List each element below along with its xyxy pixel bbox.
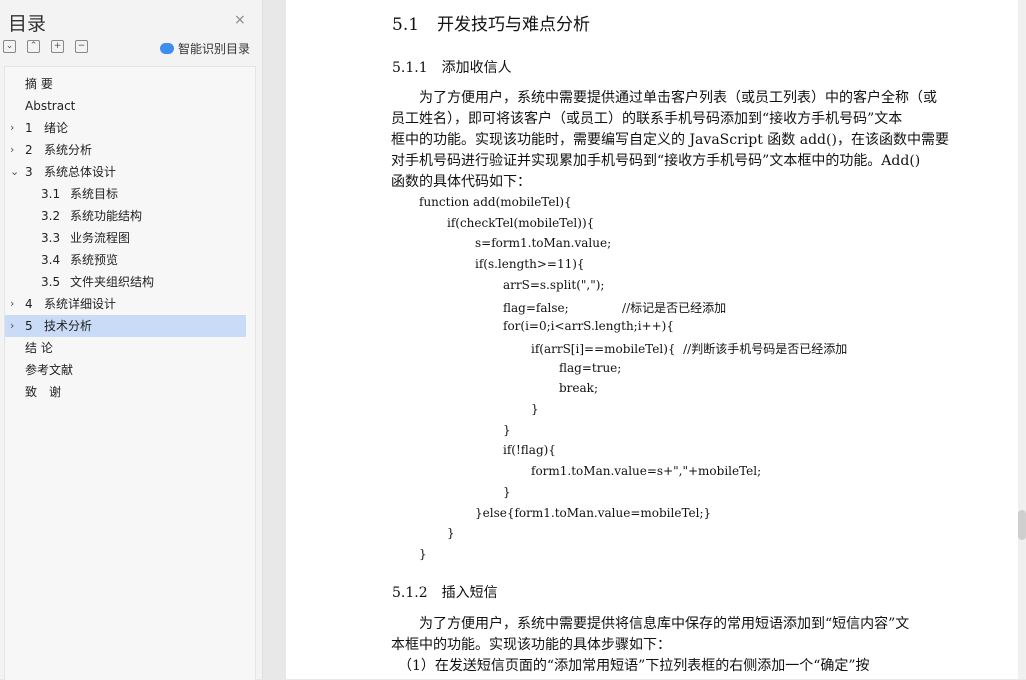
code-line: }else{form1.toMan.value=mobileTel;} [475,505,712,520]
toc-item[interactable]: ⌄ 3 系统总体设计 [5,161,246,183]
remove-heading-icon[interactable]: − [75,40,88,53]
heading-number: 5.1 [392,15,420,35]
toc-item[interactable]: 3.1 系统目标 [5,183,246,205]
toc-item[interactable]: 致 谢 [5,381,246,403]
toc-item-label: 摘 要 [25,77,53,91]
code-line: break; [559,381,598,396]
toc-list: 摘 要 Abstract › 1 绪论 › 2 系统分析 ⌄ 3 系统总体设计 3.1 系统目标 3.2 系… [4,66,256,680]
toc-item[interactable]: 3.4 系统预览 [5,249,246,271]
toc-item[interactable]: 结 论 [5,337,246,359]
toc-item-label: 技术分析 [44,319,93,333]
code-line: for(i=0;i<arrS.length;i++){ [503,319,674,334]
paragraph-line: 函数的具体代码如下： [391,174,531,190]
paragraph-line: 框中的功能。实现该功能时，需要编写自定义的 JavaScript 函数 add(… [391,132,949,148]
toc-item[interactable]: › 1 绪论 [5,117,246,139]
toc-sidebar: 目录 × ⌄ ⌃ + − 智能识别目录 摘 要 Abstract › 1 绪论 › 2 系统分… [0,0,263,680]
paragraph-line: 为了方便用户，系统中需要提供通过单击客户列表（或员工列表）中的客户全称（或 [391,90,937,106]
toc-item[interactable]: 3.3 业务流程图 [5,227,246,249]
chevron-icon[interactable]: › [10,293,14,315]
paragraph-line: 对手机号码进行验证并实现累加手机号码到“接收方手机号码”文本框中的功能。Add(… [391,153,921,169]
toc-item[interactable]: › 4 系统详细设计 [5,293,246,315]
heading-number: 5.1.2 [392,585,428,601]
chevron-icon[interactable]: › [10,117,14,139]
toc-item-number: 3.1 [41,187,61,201]
toc-item[interactable]: Abstract [5,95,246,117]
toc-item[interactable]: 参考文献 [5,359,246,381]
toc-item-number: 5 [25,319,33,333]
code-line: flag=true; [559,360,622,375]
code-line: } [503,422,511,437]
paragraph-line: （1）在发送短信页面的“添加常用短语”下拉列表框的右侧添加一个“确定”按 [391,658,870,674]
code-line: } [531,402,539,416]
toc-item-label: 致 谢 [25,385,62,399]
code-line: if(arrS[i]==mobileTel){ //判断该手机号码是否已经添加 [531,341,848,356]
toc-item-number: 1 [25,121,33,135]
heading-text: 开发技巧与难点分析 [437,15,591,35]
code-line: flag=false; //标记是否已经添加 [503,300,727,315]
heading-text: 添加收信人 [441,60,512,76]
scrollbar-track[interactable] [1018,0,1026,679]
heading-number: 5.1.1 [392,60,428,76]
smart-toc-button[interactable]: 智能识别目录 [160,40,250,57]
heading-text: 插入短信 [441,585,498,601]
paragraph-line: 员工姓名），即可将该客户（或员工）的联系手机号码添加到“接收方手机号码”文本 [391,111,903,127]
expand-up-icon[interactable]: ⌃ [27,40,40,53]
toc-item-label: Abstract [25,99,76,113]
code-line: arrS=s.split(","); [503,277,605,292]
code-line: if(checkTel(mobileTel)){ [447,215,595,230]
toc-item-label: 系统分析 [44,143,93,157]
toc-item-number: 3.2 [41,209,61,223]
toc-item-label: 结 论 [25,341,53,355]
toc-item-number: 4 [25,297,33,311]
code-line: if(s.length>=11){ [475,257,585,272]
toc-item-number: 3.4 [41,253,61,267]
toc-item-number: 3.5 [41,275,61,289]
scrollbar-thumb[interactable] [1018,510,1026,540]
heading-5-1-2: 5.1.2 插入短信 [392,582,498,602]
paragraph-line: 为了方便用户，系统中需要提供将信息库中保存的常用短语添加到“短信内容”文 [391,616,910,632]
toc-title: 目录 [8,13,47,35]
toc-item-label: 绪论 [44,121,69,135]
code-line: form1.toMan.value=s+","+mobileTel; [531,464,762,479]
close-icon[interactable]: × [234,12,246,28]
toc-item-number: 3.3 [41,231,61,245]
toc-item[interactable]: 3.5 文件夹组织结构 [5,271,246,293]
add-heading-icon[interactable]: + [51,40,64,53]
code-line: } [447,526,455,541]
toc-item[interactable]: 摘 要 [5,73,246,95]
toc-item-label: 系统详细设计 [44,297,117,311]
code-line: if(!flag){ [503,443,556,458]
heading-5-1-1: 5.1.1 添加收信人 [392,57,512,77]
toc-item-label: 系统总体设计 [44,165,117,179]
code-line: s=form1.toMan.value; [475,236,612,251]
chevron-icon[interactable]: › [10,139,14,161]
chevron-icon[interactable]: › [10,315,14,337]
collapse-all-icon[interactable]: ⌄ [3,40,16,53]
toc-item-label: 文件夹组织结构 [70,275,155,289]
toc-item[interactable]: › 2 系统分析 [5,139,246,161]
toc-item-number: 2 [25,143,33,157]
toc-item-label: 参考文献 [25,363,74,377]
toc-item-number: 3 [25,165,33,179]
heading-5-1: 5.1 开发技巧与难点分析 [392,10,590,35]
chevron-icon[interactable]: ⌄ [10,161,19,183]
code-line: function add(mobileTel){ [419,195,572,209]
toc-item[interactable]: 3.2 系统功能结构 [5,205,246,227]
toc-item-label: 系统预览 [70,253,119,267]
code-line: } [419,546,427,561]
smart-toc-label: 智能识别目录 [178,42,251,56]
toc-item-label: 业务流程图 [70,231,131,245]
ai-icon [160,43,174,54]
paragraph-line: 本框中的功能。实现该功能的具体步骤如下： [391,637,671,653]
code-line: } [503,484,511,499]
toc-item-label: 系统目标 [70,187,119,201]
toc-item[interactable]: › 5 技术分析 [5,315,246,337]
toc-item-label: 系统功能结构 [70,209,143,223]
